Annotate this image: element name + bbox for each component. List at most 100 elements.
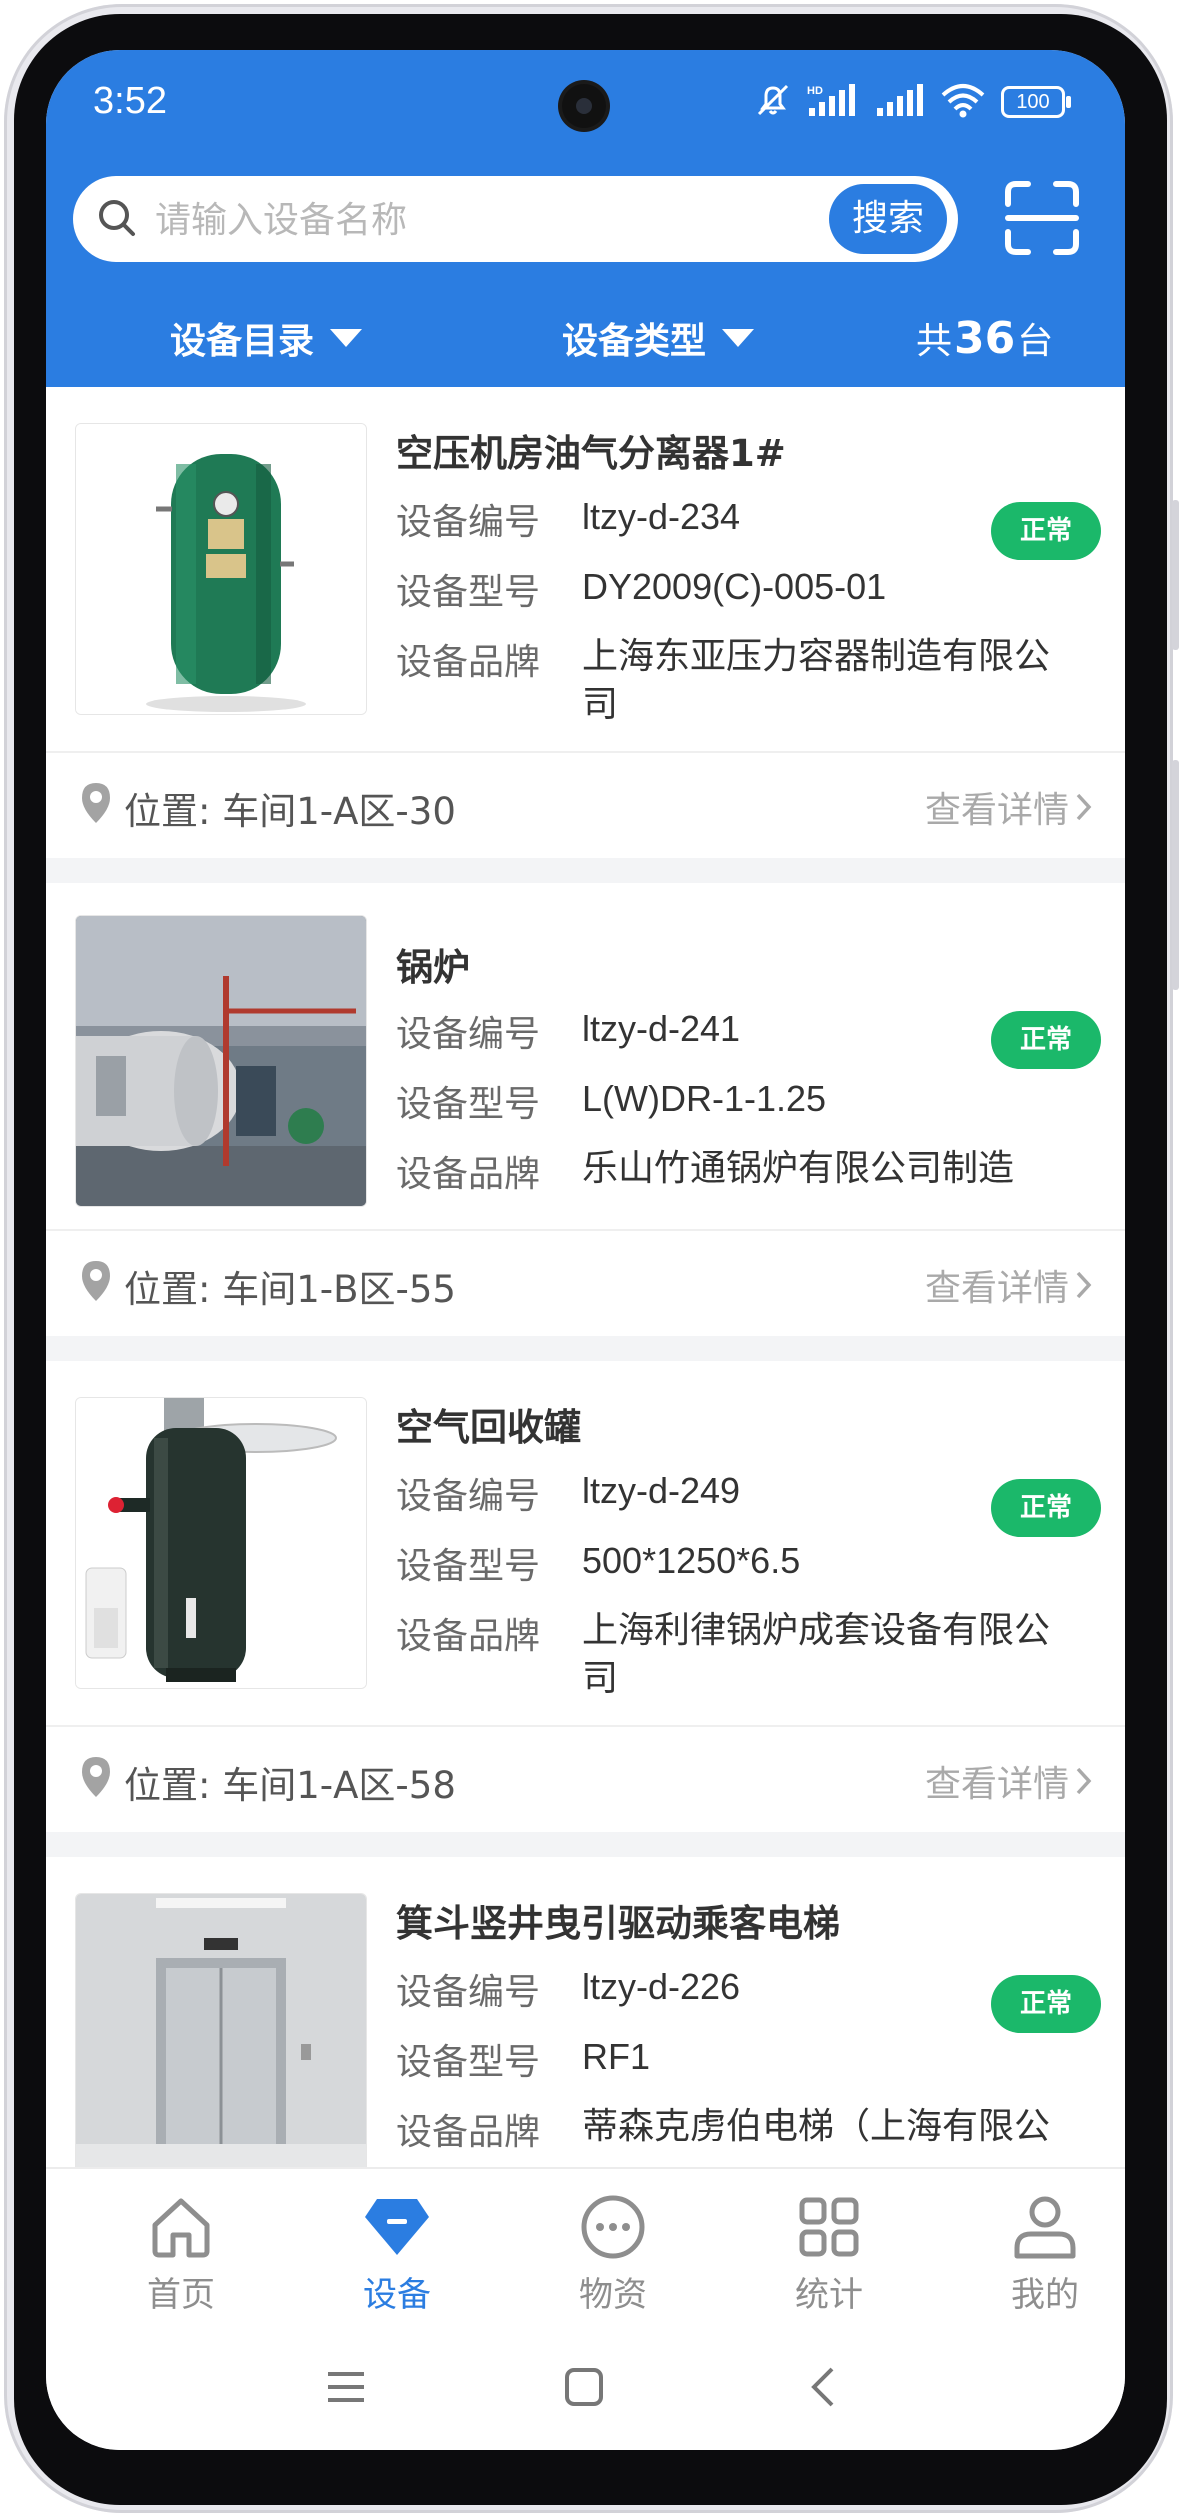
- device-card-body: 空气回收罐 设备编号 ltzy-d-249 正常 设备型号 500*1250*6…: [46, 1361, 1125, 1725]
- status-icons: HD 100: [753, 80, 1071, 124]
- status-badge: 正常: [991, 1479, 1101, 1537]
- tab-devices[interactable]: 设备: [327, 2187, 467, 2316]
- filter-row: 设备目录 设备类型 共 36 台: [46, 312, 1125, 382]
- status-badge: 正常: [991, 1975, 1101, 2033]
- device-model-label: 设备型号: [396, 572, 541, 613]
- device-card[interactable]: 空压机房油气分离器1# 设备编号 ltzy-d-234 正常 设备型号 DY20…: [46, 387, 1125, 858]
- device-card-body: 箕斗竖井曳引驱动乘客电梯 设备编号 ltzy-d-226 正常 设备型号 RF1…: [46, 1857, 1125, 2167]
- search-button[interactable]: 搜索: [829, 184, 947, 254]
- view-details-link[interactable]: 查看详情: [925, 1755, 1095, 1807]
- search-icon: [95, 194, 139, 248]
- tab-devices-label: 设备: [363, 2275, 431, 2315]
- bottom-tab-bar: 首页 设备 物资 统计 我的: [46, 2167, 1125, 2339]
- screen: 3:52 HD 100 请输入设备名称 搜索 设备目录 设备类型 共 36 台 …: [46, 50, 1125, 2450]
- total-number: 36: [954, 313, 1016, 364]
- chevron-right-icon: [1076, 1767, 1092, 1795]
- device-model-row: 设备型号 RF1: [396, 2033, 1082, 2085]
- device-card-body: 空压机房油气分离器1# 设备编号 ltzy-d-234 正常 设备型号 DY20…: [46, 387, 1125, 751]
- device-card[interactable]: 锅炉 设备编号 ltzy-d-241 正常 设备型号 L(W)DR-1-1.25…: [46, 883, 1125, 1336]
- power-button: [1172, 760, 1179, 990]
- view-details-label: 查看详情: [924, 790, 1069, 831]
- home-square-icon[interactable]: [562, 2365, 606, 2413]
- device-brand: 上海利律锅炉成套设备有限公司: [582, 1607, 1082, 1703]
- total-count: 共 36 台: [916, 312, 1053, 364]
- device-card[interactable]: 箕斗竖井曳引驱动乘客电梯 设备编号 ltzy-d-226 正常 设备型号 RF1…: [46, 1857, 1125, 2167]
- location-pin-icon: [78, 1755, 114, 1803]
- device-model: RF1: [582, 2036, 651, 2077]
- device-code-label: 设备编号: [396, 1014, 541, 1055]
- app-header: 3:52 HD 100 请输入设备名称 搜索 设备目录 设备类型 共 36 台: [46, 50, 1125, 387]
- mute-bell-icon: [753, 80, 793, 124]
- device-name: 空气回收罐: [396, 1406, 581, 1449]
- device-brand-line1: 上海东亚压力容器制造有限公: [582, 636, 1051, 677]
- tab-home[interactable]: 首页: [111, 2187, 251, 2316]
- catalog-filter-label: 设备目录: [170, 321, 315, 362]
- tab-profile[interactable]: 我的: [975, 2187, 1115, 2316]
- device-brand-line2: 司: [582, 1658, 619, 1699]
- chevron-right-icon: [1076, 793, 1092, 821]
- device-model: 500*1250*6.5: [582, 1540, 801, 1581]
- device-location: 位置: 车间1-B区-55: [124, 1268, 456, 1311]
- device-brand-line2: 司: [582, 684, 619, 725]
- device-brand-label: 设备品牌: [396, 1616, 541, 1657]
- search-input[interactable]: [153, 190, 807, 250]
- device-code-label: 设备编号: [396, 1972, 541, 2013]
- menu-icon[interactable]: [324, 2365, 368, 2413]
- scan-icon[interactable]: [1004, 180, 1080, 260]
- view-details-label: 查看详情: [924, 1268, 1069, 1309]
- type-filter[interactable]: 设备类型: [562, 312, 755, 364]
- grid-icon: [759, 2187, 899, 2267]
- boiler-room-image: [75, 915, 367, 1207]
- green-tank-image: [75, 423, 367, 715]
- total-prefix: 共: [916, 321, 953, 362]
- status-time: 3:52: [93, 80, 167, 122]
- caret-down-icon: [330, 329, 363, 347]
- device-name: 锅炉: [396, 946, 470, 989]
- device-brand: 上海东亚压力容器制造有限公司: [582, 633, 1082, 729]
- device-model-label: 设备型号: [396, 2042, 541, 2083]
- back-icon[interactable]: [802, 2365, 846, 2413]
- device-list: 空压机房油气分离器1# 设备编号 ltzy-d-234 正常 设备型号 DY20…: [46, 387, 1125, 2167]
- home-icon: [111, 2187, 251, 2267]
- device-code-row: 设备编号 ltzy-d-241: [396, 1005, 1082, 1057]
- location-pin-icon: [78, 781, 114, 829]
- device-model: L(W)DR-1-1.25: [582, 1078, 827, 1119]
- total-suffix: 台: [1017, 321, 1054, 362]
- device-model-label: 设备型号: [396, 1084, 541, 1125]
- device-model-label: 设备型号: [396, 1546, 541, 1587]
- battery-icon: 100: [1001, 86, 1071, 118]
- device-card[interactable]: 空气回收罐 设备编号 ltzy-d-249 正常 设备型号 500*1250*6…: [46, 1361, 1125, 1832]
- catalog-filter[interactable]: 设备目录: [170, 312, 363, 364]
- device-card-footer: 位置: 车间1-A区-30 查看详情: [46, 751, 1125, 858]
- volume-button: [1172, 500, 1179, 650]
- view-details-link[interactable]: 查看详情: [925, 781, 1095, 833]
- device-model-row: 设备型号 500*1250*6.5: [396, 1537, 1082, 1589]
- tab-materials-label: 物资: [579, 2275, 647, 2315]
- diamond-icon: [327, 2187, 467, 2267]
- tab-home-label: 首页: [147, 2275, 215, 2315]
- search-bar: 搜索: [73, 176, 958, 262]
- device-card-footer: 位置: 车间1-B区-55 查看详情: [46, 1229, 1125, 1336]
- device-model-row: 设备型号 DY2009(C)-005-01: [396, 563, 1082, 615]
- signal-hd-icon: HD: [807, 82, 861, 122]
- device-brand-label: 设备品牌: [396, 2112, 541, 2153]
- front-camera: [562, 84, 606, 128]
- device-brand: 蒂森克虏伯电梯（上海有限公: [582, 2106, 1051, 2147]
- device-code-row: 设备编号 ltzy-d-226: [396, 1963, 1082, 2015]
- device-model: DY2009(C)-005-01: [582, 566, 887, 607]
- tab-statistics-label: 统计: [795, 2275, 863, 2315]
- elevator-image: [75, 1893, 367, 2167]
- device-code-row: 设备编号 ltzy-d-234: [396, 493, 1082, 545]
- view-details-link[interactable]: 查看详情: [925, 1259, 1095, 1311]
- device-name: 空压机房油气分离器1#: [396, 432, 786, 475]
- device-name: 箕斗竖井曳引驱动乘客电梯: [396, 1902, 840, 1945]
- location-pin-icon: [78, 1259, 114, 1307]
- device-brand-label: 设备品牌: [396, 642, 541, 683]
- tab-statistics[interactable]: 统计: [759, 2187, 899, 2316]
- svg-text:HD: HD: [807, 85, 823, 97]
- tab-materials[interactable]: 物资: [543, 2187, 683, 2316]
- chevron-right-icon: [1076, 1271, 1092, 1299]
- view-details-label: 查看详情: [924, 1764, 1069, 1805]
- more-circle-icon: [543, 2187, 683, 2267]
- device-brand-row: 设备品牌 蒂森克虏伯电梯（上海有限公: [396, 2103, 1082, 2155]
